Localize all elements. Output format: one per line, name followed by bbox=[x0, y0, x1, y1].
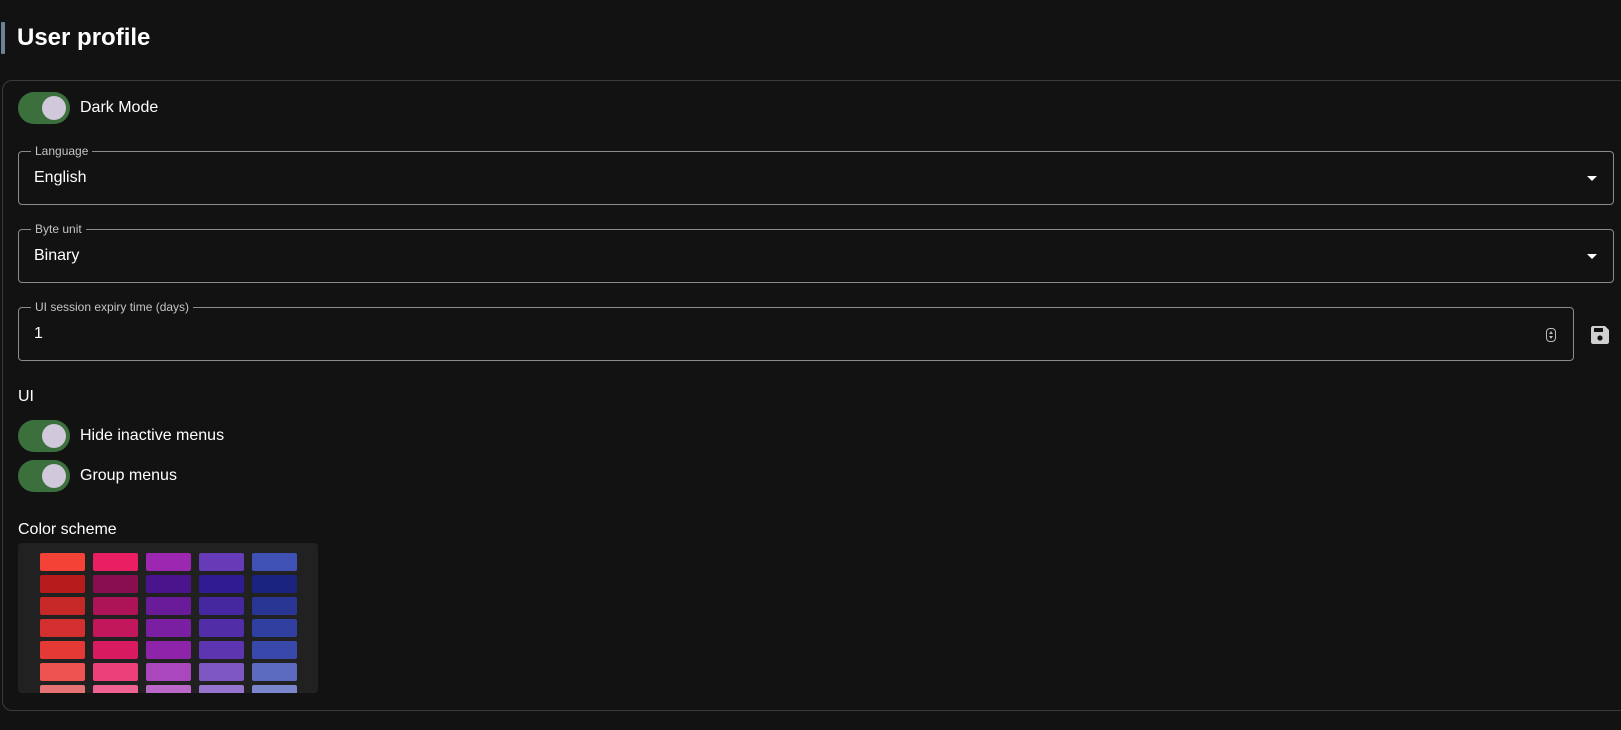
color-swatch[interactable] bbox=[199, 575, 244, 593]
color-swatch[interactable] bbox=[199, 685, 244, 693]
group-menus-toggle[interactable] bbox=[18, 460, 70, 492]
title-accent-bar bbox=[1, 22, 5, 54]
color-swatch[interactable] bbox=[146, 553, 191, 571]
byte-unit-value: Binary bbox=[34, 247, 80, 264]
color-swatch[interactable] bbox=[252, 553, 297, 571]
dark-mode-toggle[interactable] bbox=[18, 92, 70, 124]
arrow-drop-down-icon bbox=[1587, 254, 1597, 259]
color-scheme-heading: Color scheme bbox=[18, 521, 117, 538]
color-swatch[interactable] bbox=[252, 597, 297, 615]
color-swatch[interactable] bbox=[40, 597, 85, 615]
color-swatch[interactable] bbox=[199, 619, 244, 637]
color-swatch[interactable] bbox=[93, 685, 138, 693]
color-swatch[interactable] bbox=[146, 619, 191, 637]
byte-unit-select[interactable]: Byte unit Binary bbox=[18, 222, 1614, 283]
arrow-drop-down-icon bbox=[1587, 176, 1597, 181]
color-swatch[interactable] bbox=[146, 597, 191, 615]
color-swatch[interactable] bbox=[93, 553, 138, 571]
color-swatch[interactable] bbox=[40, 641, 85, 659]
color-swatch[interactable] bbox=[146, 641, 191, 659]
color-swatch[interactable] bbox=[93, 663, 138, 681]
color-swatch[interactable] bbox=[199, 641, 244, 659]
color-swatch[interactable] bbox=[40, 663, 85, 681]
color-swatch[interactable] bbox=[252, 685, 297, 693]
color-swatch[interactable] bbox=[93, 641, 138, 659]
color-swatch[interactable] bbox=[199, 553, 244, 571]
color-swatch[interactable] bbox=[40, 685, 85, 693]
page-header: User profile bbox=[0, 22, 150, 54]
color-swatch[interactable] bbox=[252, 663, 297, 681]
language-label: Language bbox=[31, 144, 93, 158]
session-expiry-field[interactable]: UI session expiry time (days) 1 bbox=[18, 300, 1574, 361]
color-swatch[interactable] bbox=[40, 575, 85, 593]
color-scheme-palette bbox=[18, 543, 318, 693]
save-icon[interactable] bbox=[1591, 326, 1609, 344]
number-spinner-icon[interactable] bbox=[1546, 328, 1556, 342]
color-swatch[interactable] bbox=[93, 575, 138, 593]
color-swatch[interactable] bbox=[199, 663, 244, 681]
color-swatch[interactable] bbox=[252, 575, 297, 593]
color-swatch[interactable] bbox=[146, 663, 191, 681]
language-select[interactable]: Language English bbox=[18, 144, 1614, 205]
color-swatch[interactable] bbox=[93, 597, 138, 615]
byte-unit-label: Byte unit bbox=[31, 222, 86, 236]
hide-inactive-menus-label: Hide inactive menus bbox=[80, 427, 225, 444]
language-value: English bbox=[34, 169, 87, 186]
color-swatch[interactable] bbox=[146, 575, 191, 593]
group-menus-label: Group menus bbox=[80, 467, 177, 484]
color-swatch[interactable] bbox=[252, 619, 297, 637]
color-swatch[interactable] bbox=[199, 597, 244, 615]
dark-mode-label: Dark Mode bbox=[80, 99, 159, 116]
session-expiry-value: 1 bbox=[34, 325, 43, 342]
color-swatch[interactable] bbox=[40, 553, 85, 571]
session-expiry-label: UI session expiry time (days) bbox=[31, 300, 194, 314]
color-swatch[interactable] bbox=[252, 641, 297, 659]
group-menus-row: Group menus bbox=[18, 460, 177, 492]
toggle-knob bbox=[42, 424, 66, 448]
color-swatch[interactable] bbox=[40, 619, 85, 637]
hide-inactive-menus-toggle[interactable] bbox=[18, 420, 70, 452]
hide-inactive-menus-row: Hide inactive menus bbox=[18, 420, 224, 452]
dark-mode-row: Dark Mode bbox=[18, 92, 158, 124]
color-swatch[interactable] bbox=[146, 685, 191, 693]
toggle-knob bbox=[42, 96, 66, 120]
ui-section-heading: UI bbox=[18, 388, 34, 405]
color-swatch[interactable] bbox=[93, 619, 138, 637]
page-title: User profile bbox=[17, 24, 151, 51]
toggle-knob bbox=[42, 464, 66, 488]
